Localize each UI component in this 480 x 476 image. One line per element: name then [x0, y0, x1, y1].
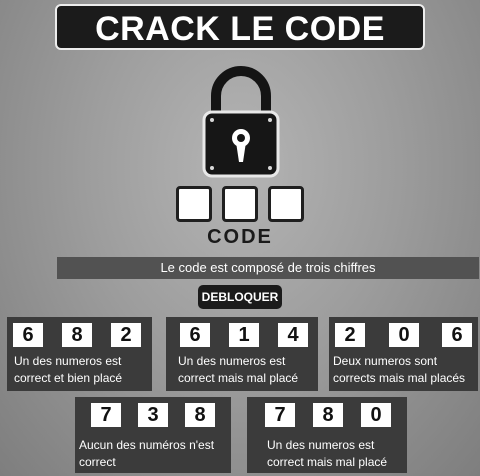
- clue-text-line-2: correct: [79, 455, 116, 469]
- clue-card: 6 1 4 Un des numeros est correct mais ma…: [166, 317, 318, 391]
- clue-text-line-1: Deux numeros sont: [333, 354, 438, 368]
- clue-digit: 2: [111, 323, 141, 347]
- clue-digit: 6: [442, 323, 472, 347]
- clue-text-line-2: correct et bien placé: [14, 371, 123, 385]
- clue-digit: 7: [265, 403, 295, 427]
- code-label: CODE: [207, 226, 273, 248]
- clue-digit: 7: [91, 403, 121, 427]
- code-slot-2[interactable]: [222, 186, 258, 222]
- padlock-icon: [202, 66, 280, 178]
- clue-digit: 3: [138, 403, 168, 427]
- clue-digit: 0: [361, 403, 391, 427]
- clue-text-line-2: correct mais mal placé: [178, 371, 299, 385]
- clue-text-line-1: Un des numeros est: [267, 438, 375, 452]
- clue-text-line-2: correct mais mal placé: [267, 455, 388, 469]
- clue-digit: 1: [229, 323, 259, 347]
- clue-text-line-1: Un des numeros est: [178, 354, 286, 368]
- code-slot-3[interactable]: [268, 186, 304, 222]
- clue-digit: 0: [389, 323, 419, 347]
- clue-digit: 8: [62, 323, 92, 347]
- code-slots: [176, 186, 306, 222]
- unlock-button[interactable]: DEBLOQUER: [198, 285, 282, 309]
- clue-digit: 4: [278, 323, 308, 347]
- clue-text-line-1: Un des numeros est: [14, 354, 122, 368]
- clue-text-line-2: corrects mais mal placés: [333, 371, 466, 385]
- rules-text: Le code est composé de trois chiffres: [57, 257, 479, 279]
- clue-digit: 2: [335, 323, 365, 347]
- game-title: CRACK LE CODE: [55, 4, 425, 50]
- clue-digit: 6: [13, 323, 43, 347]
- clue-digit: 8: [313, 403, 343, 427]
- clue-card: 2 0 6 Deux numeros sont corrects mais ma…: [329, 317, 478, 391]
- clue-card: 7 3 8 Aucun des numéros n'est correct: [75, 397, 231, 473]
- clue-card: 7 8 0 Un des numeros est correct mais ma…: [247, 397, 407, 473]
- clue-text-line-1: Aucun des numéros n'est: [79, 438, 215, 452]
- clue-card: 6 8 2 Un des numeros est correct et bien…: [7, 317, 152, 391]
- code-slot-1[interactable]: [176, 186, 212, 222]
- clue-digit: 6: [180, 323, 210, 347]
- clue-digit: 8: [185, 403, 215, 427]
